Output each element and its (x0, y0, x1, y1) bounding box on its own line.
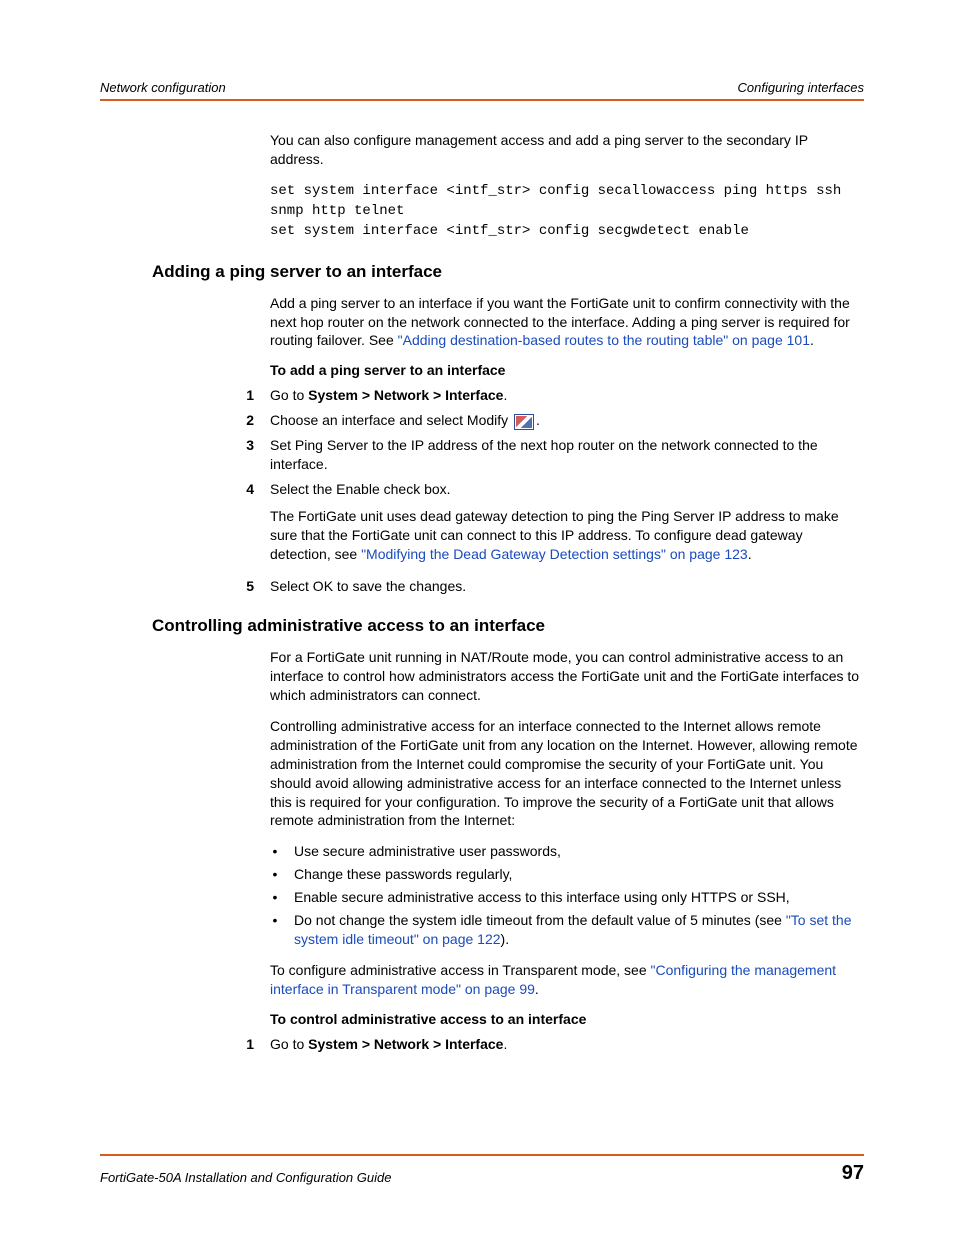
admin-p2: Controlling administrative access for an… (270, 717, 864, 830)
step-number: 1 (230, 1035, 254, 1054)
bullet-text: Do not change the system idle timeout fr… (294, 911, 864, 949)
step-body: Go to System > Network > Interface. (270, 386, 864, 405)
text: . (810, 332, 814, 348)
text: To configure administrative access in Tr… (270, 962, 651, 978)
code-block: set system interface <intf_str> config s… (270, 181, 864, 242)
bullet-marker: • (270, 911, 280, 949)
step-body: Select OK to save the changes. (270, 577, 864, 596)
text: . (748, 546, 752, 562)
link-dead-gateway[interactable]: "Modifying the Dead Gateway Detection se… (361, 546, 748, 562)
page-footer: FortiGate-50A Installation and Configura… (100, 1154, 864, 1185)
step-number: 4 (230, 480, 254, 572)
text: Choose an interface and select Modify (270, 412, 512, 428)
page: Network configuration Configuring interf… (0, 0, 954, 1235)
text: ). (501, 931, 510, 947)
admin-p3: To configure administrative access in Tr… (270, 961, 864, 999)
bullet-marker: • (270, 865, 280, 884)
header-left: Network configuration (100, 80, 226, 95)
step-body: Select the Enable check box. The FortiGa… (270, 480, 864, 572)
step-body: Set Ping Server to the IP address of the… (270, 436, 864, 474)
step-number: 2 (230, 411, 254, 430)
intro-block: You can also configure management access… (270, 131, 864, 242)
intro-para: You can also configure management access… (270, 131, 864, 169)
modify-icon (514, 414, 534, 430)
text: The FortiGate unit uses dead gateway det… (270, 507, 864, 564)
bullet-marker: • (270, 842, 280, 861)
nav-path: System > Network > Interface (308, 1036, 503, 1052)
step-2: 2 Choose an interface and select Modify … (270, 411, 864, 430)
section-admin-body: For a FortiGate unit running in NAT/Rout… (270, 648, 864, 1053)
subheading-control-admin: To control administrative access to an i… (270, 1011, 864, 1027)
admin-p1: For a FortiGate unit running in NAT/Rout… (270, 648, 864, 705)
heading-ping-server: Adding a ping server to an interface (152, 262, 864, 282)
header-right: Configuring interfaces (738, 80, 864, 95)
ping-lead: Add a ping server to an interface if you… (270, 294, 864, 351)
bullet-text: Use secure administrative user passwords… (294, 842, 864, 861)
running-header: Network configuration Configuring interf… (100, 80, 864, 101)
bullet-text: Enable secure administrative access to t… (294, 888, 864, 907)
admin-step-1: 1 Go to System > Network > Interface. (270, 1035, 864, 1054)
bullet-2: • Change these passwords regularly, (270, 865, 864, 884)
text: Do not change the system idle timeout fr… (294, 912, 786, 928)
text: Go to (270, 387, 308, 403)
text: . (536, 412, 540, 428)
step-4: 4 Select the Enable check box. The Forti… (270, 480, 864, 572)
text: Go to (270, 1036, 308, 1052)
section-ping-body: Add a ping server to an interface if you… (270, 294, 864, 597)
step-5: 5 Select OK to save the changes. (270, 577, 864, 596)
text: Select the Enable check box. (270, 480, 864, 499)
bullet-1: • Use secure administrative user passwor… (270, 842, 864, 861)
text: . (535, 981, 539, 997)
text: . (503, 387, 507, 403)
bullet-4: • Do not change the system idle timeout … (270, 911, 864, 949)
subheading-add-ping: To add a ping server to an interface (270, 362, 864, 378)
step-number: 5 (230, 577, 254, 596)
page-number: 97 (842, 1162, 864, 1185)
step-number: 3 (230, 436, 254, 474)
step-1: 1 Go to System > Network > Interface. (270, 386, 864, 405)
bullet-marker: • (270, 888, 280, 907)
link-routing-table[interactable]: "Adding destination-based routes to the … (398, 332, 810, 348)
step-3: 3 Set Ping Server to the IP address of t… (270, 436, 864, 474)
text: . (503, 1036, 507, 1052)
step-number: 1 (230, 386, 254, 405)
footer-title: FortiGate-50A Installation and Configura… (100, 1170, 391, 1185)
bullet-3: • Enable secure administrative access to… (270, 888, 864, 907)
nav-path: System > Network > Interface (308, 387, 503, 403)
heading-admin-access: Controlling administrative access to an … (152, 616, 864, 636)
step-body: Choose an interface and select Modify . (270, 411, 864, 430)
bullet-text: Change these passwords regularly, (294, 865, 864, 884)
step-body: Go to System > Network > Interface. (270, 1035, 864, 1054)
